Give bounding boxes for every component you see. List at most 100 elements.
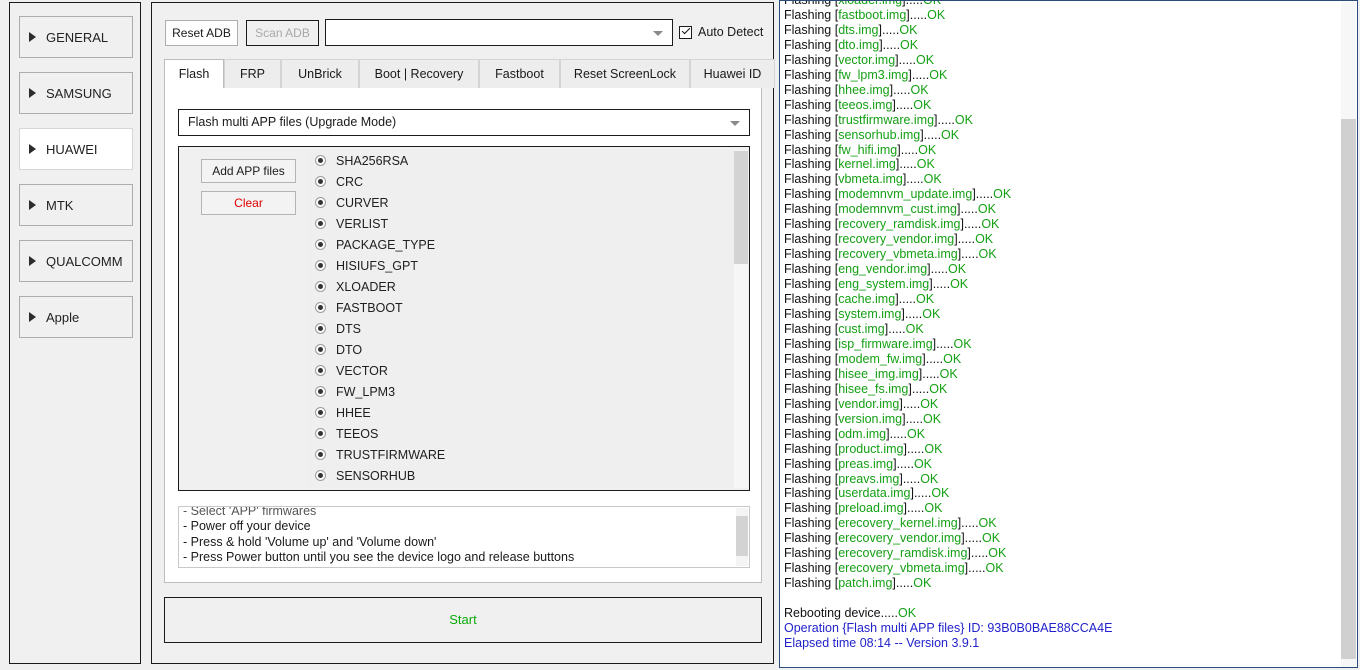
- scrollbar-thumb[interactable]: [734, 151, 748, 264]
- radio-selected-icon[interactable]: [315, 407, 326, 418]
- instructions-box[interactable]: - Select 'APP' firmwares - Power off your…: [178, 506, 750, 568]
- log-reboot-prefix: Rebooting device.....: [784, 606, 898, 621]
- radio-selected-icon[interactable]: [315, 197, 326, 208]
- radio-selected-icon[interactable]: [315, 449, 326, 460]
- radio-selected-icon[interactable]: [315, 386, 326, 397]
- firmware-list-item[interactable]: CURVER: [306, 192, 747, 213]
- log-status-ok: OK: [931, 486, 950, 501]
- log-line: Flashing [hisee_fs.img].....OK: [784, 382, 1329, 397]
- radio-selected-icon[interactable]: [315, 428, 326, 439]
- log-status-ok: OK: [988, 546, 1007, 561]
- log-file-name: erecovery_ramdisk.img: [838, 546, 968, 561]
- tab-boot-recovery[interactable]: Boot | Recovery: [359, 59, 479, 88]
- firmware-list-item[interactable]: VECTOR: [306, 360, 747, 381]
- firmware-item-label: PACKAGE_TYPE: [336, 237, 436, 252]
- firmware-list-item[interactable]: CRC: [306, 171, 747, 192]
- firmware-list-item[interactable]: SENSORHUB: [306, 465, 747, 486]
- log-status-ok: OK: [916, 292, 935, 307]
- start-button[interactable]: Start: [164, 597, 762, 643]
- sidebar-item-qualcomm[interactable]: QUALCOMM: [19, 240, 133, 282]
- tab-huawei-id[interactable]: Huawei ID: [690, 59, 775, 88]
- log-line: Flashing [modemnvm_update.img].....OK: [784, 187, 1329, 202]
- log-flash-prefix: Flashing [: [784, 546, 839, 561]
- log-flash-prefix: Flashing [: [784, 531, 839, 546]
- firmware-list-scrollbar[interactable]: [734, 150, 748, 488]
- sidebar-item-huawei[interactable]: HUAWEI: [19, 128, 133, 170]
- radio-selected-icon[interactable]: [315, 365, 326, 376]
- log-dots: ].....: [908, 381, 930, 396]
- sidebar-item-label: HUAWEI: [46, 141, 98, 157]
- tab-frp[interactable]: FRP: [224, 59, 281, 88]
- log-file-name: preload.img: [838, 501, 904, 516]
- firmware-list-item[interactable]: VERLIST: [306, 213, 747, 234]
- firmware-list-item[interactable]: FW_LPM3: [306, 381, 747, 402]
- log-status-ok: OK: [929, 381, 948, 396]
- log-status-ok: OK: [897, 606, 917, 621]
- sidebar-item-apple[interactable]: Apple: [19, 296, 133, 338]
- reset-adb-button[interactable]: Reset ADB: [165, 20, 238, 46]
- triangle-right-icon: [29, 200, 36, 210]
- scrollbar-thumb[interactable]: [736, 516, 748, 556]
- log-line: Flashing [userdata.img].....OK: [784, 486, 1329, 501]
- radio-selected-icon[interactable]: [315, 323, 326, 334]
- sidebar-item-samsung[interactable]: SAMSUNG: [19, 72, 133, 114]
- scan-adb-button[interactable]: Scan ADB: [246, 20, 319, 46]
- firmware-list-item[interactable]: DTO: [306, 339, 747, 360]
- firmware-list-item[interactable]: SHA256RSA: [306, 150, 747, 171]
- log-file-name: dto.img: [838, 37, 880, 52]
- radio-selected-icon[interactable]: [315, 239, 326, 250]
- log-file-name: preavs.img: [838, 471, 900, 486]
- tab-fastboot[interactable]: Fastboot: [479, 59, 560, 88]
- radio-selected-icon[interactable]: [315, 281, 326, 292]
- radio-selected-icon[interactable]: [315, 155, 326, 166]
- flash-tab-page: Flash multi APP files (Upgrade Mode) Add…: [164, 88, 762, 583]
- log-line: Flashing [xloader.img].....OK: [784, 0, 1329, 8]
- firmware-list-item[interactable]: TRUSTFIRMWARE: [306, 444, 747, 465]
- triangle-right-icon: [29, 312, 36, 322]
- log-file-name: recovery_vendor.img: [838, 232, 955, 247]
- firmware-list-item[interactable]: FASTBOOT: [306, 297, 747, 318]
- firmware-list-item[interactable]: XLOADER: [306, 276, 747, 297]
- log-flash-prefix: Flashing [: [784, 127, 839, 142]
- firmware-list-item[interactable]: PACKAGE_TYPE: [306, 234, 747, 255]
- radio-selected-icon[interactable]: [315, 176, 326, 187]
- tab-flash[interactable]: Flash: [164, 59, 224, 89]
- log-status-ok: OK: [977, 202, 996, 217]
- sidebar-item-general[interactable]: GENERAL: [19, 16, 133, 58]
- radio-selected-icon[interactable]: [315, 302, 326, 313]
- scrollbar-thumb[interactable]: [1341, 119, 1356, 659]
- auto-detect-checkbox[interactable]: Auto Detect: [679, 25, 763, 39]
- log-status-ok: OK: [953, 336, 972, 351]
- tab-reset-screenlock[interactable]: Reset ScreenLock: [560, 59, 690, 88]
- radio-selected-icon[interactable]: [315, 470, 326, 481]
- log-flash-prefix: Flashing [: [784, 321, 839, 336]
- log-dots: ].....: [886, 426, 907, 441]
- firmware-list-item[interactable]: HHEE: [306, 402, 747, 423]
- triangle-right-icon: [29, 144, 36, 154]
- clear-button[interactable]: Clear: [201, 191, 296, 215]
- firmware-list-item[interactable]: HISIUFS_GPT: [306, 255, 747, 276]
- log-scrollbar[interactable]: [1341, 2, 1356, 667]
- firmware-list-item[interactable]: DTS: [306, 318, 747, 339]
- firmware-list-item[interactable]: TEEOS: [306, 423, 747, 444]
- flash-mode-select[interactable]: Flash multi APP files (Upgrade Mode): [178, 109, 750, 136]
- device-select[interactable]: [325, 19, 673, 46]
- log-flash-prefix: Flashing [: [784, 366, 839, 381]
- log-flash-prefix: Flashing [: [784, 0, 839, 7]
- instructions-scrollbar[interactable]: [736, 508, 748, 566]
- add-app-files-button[interactable]: Add APP files: [201, 159, 296, 183]
- sidebar-item-mtk[interactable]: MTK: [19, 184, 133, 226]
- flash-mode-value: Flash multi APP files (Upgrade Mode): [188, 115, 397, 129]
- log-file-name: modemnvm_update.img: [838, 187, 973, 202]
- log-status-ok: OK: [954, 112, 973, 127]
- firmware-item-label: VECTOR: [336, 363, 388, 378]
- log-line: Flashing [vbmeta.img].....OK: [784, 172, 1329, 187]
- tab-unbrick[interactable]: UnBrick: [281, 59, 359, 88]
- log-panel[interactable]: Flashing [xloader.img].....OK Flashing [f…: [779, 0, 1358, 668]
- radio-selected-icon[interactable]: [315, 344, 326, 355]
- log-file-name: odm.img: [838, 426, 887, 441]
- firmware-item-label: FASTBOOT: [336, 300, 403, 315]
- radio-selected-icon[interactable]: [315, 260, 326, 271]
- firmware-list[interactable]: SHA256RSA CRC CURVER VERLIST PACKAGE_TYPE HIS…: [306, 150, 747, 488]
- radio-selected-icon[interactable]: [315, 218, 326, 229]
